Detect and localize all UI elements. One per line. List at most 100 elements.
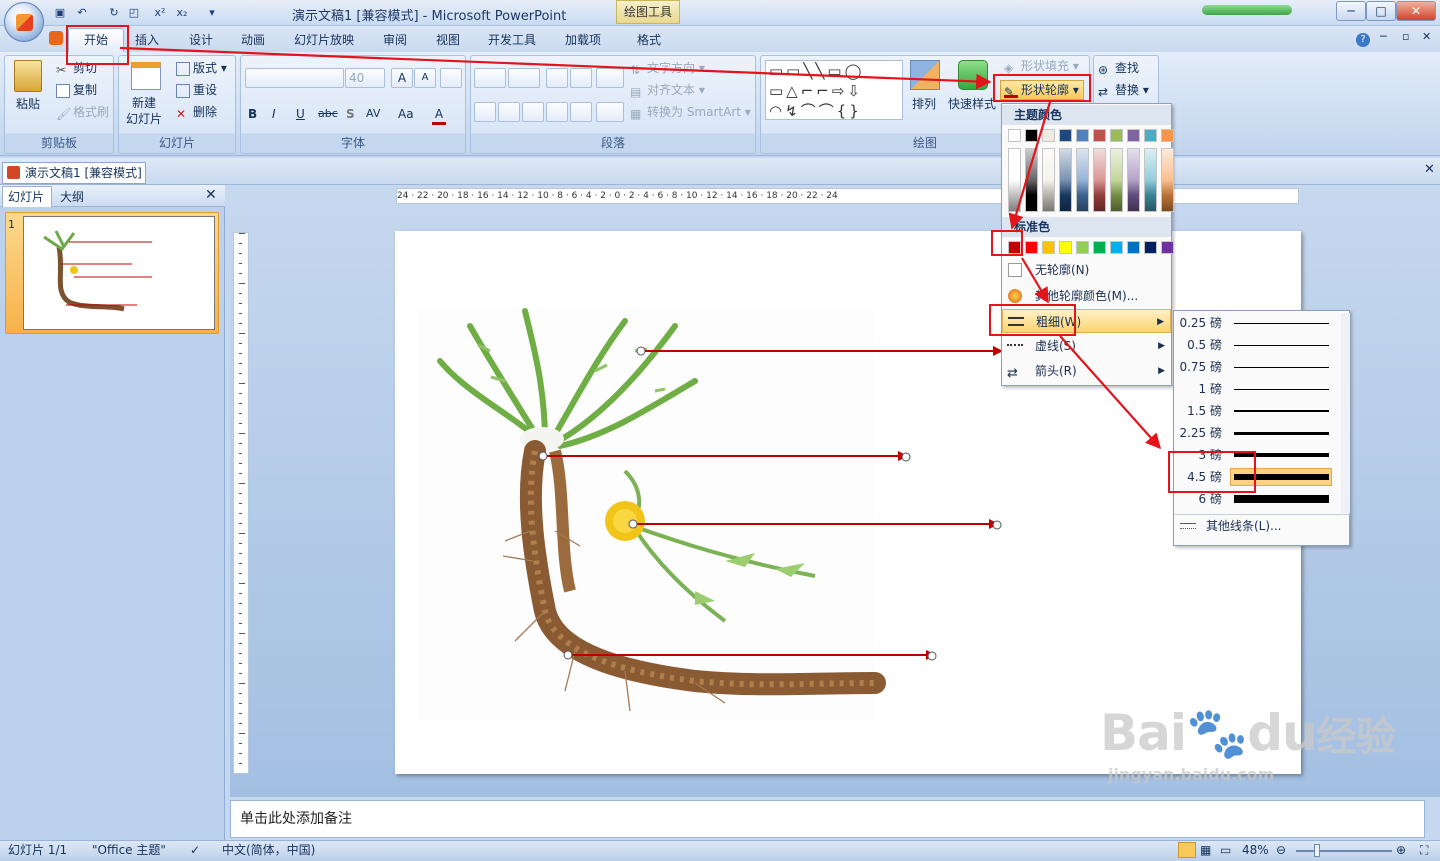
dandelion-image[interactable] xyxy=(417,308,886,720)
align-center-icon[interactable] xyxy=(498,102,520,122)
layout-button[interactable]: 版式 ▾ xyxy=(176,60,227,76)
tab-animation[interactable]: 动画 xyxy=(241,30,265,50)
theme-color-shade-column[interactable] xyxy=(1161,148,1174,212)
align-left-icon[interactable] xyxy=(474,102,496,122)
copy-button[interactable]: 复制 xyxy=(56,82,97,98)
theme-color-swatch[interactable] xyxy=(1110,129,1123,142)
theme-color-swatch[interactable] xyxy=(1059,129,1072,142)
strikethrough-button[interactable]: abc xyxy=(318,106,338,122)
zoom-level[interactable]: 48% xyxy=(1242,841,1269,860)
standard-color-swatch[interactable] xyxy=(1110,241,1123,254)
theme-color-swatch[interactable] xyxy=(1008,129,1021,142)
numbering-icon[interactable] xyxy=(508,68,540,88)
close-button[interactable]: ✕ xyxy=(1396,1,1436,21)
doc-restore-icon[interactable]: ▫ xyxy=(1402,30,1409,43)
shrink-font-icon[interactable]: A xyxy=(414,68,436,88)
standard-color-swatch[interactable] xyxy=(1144,241,1157,254)
standard-color-swatch[interactable] xyxy=(1161,241,1174,254)
paste-button[interactable]: 粘贴 xyxy=(16,96,40,112)
quick-styles-button[interactable]: 快速样式 xyxy=(948,96,996,112)
notes-input[interactable]: 单击此处添加备注 xyxy=(230,800,1425,838)
font-name-select[interactable] xyxy=(245,68,344,88)
tab-slides[interactable]: 幻灯片 xyxy=(2,186,52,207)
subscript-button[interactable]: x₂ xyxy=(172,5,192,21)
theme-color-swatch[interactable] xyxy=(1161,129,1174,142)
theme-color-swatch[interactable] xyxy=(1144,129,1157,142)
standard-color-swatch[interactable] xyxy=(1025,241,1038,254)
weight-option[interactable]: 0.25 磅 xyxy=(1174,312,1340,334)
theme-color-swatch[interactable] xyxy=(1127,129,1140,142)
reset-button[interactable]: 重设 xyxy=(176,82,217,98)
zoom-out-icon[interactable]: ⊖ xyxy=(1276,841,1286,860)
standard-color-swatch[interactable] xyxy=(1076,241,1089,254)
standard-color-swatch[interactable] xyxy=(1042,241,1055,254)
convert-smartart-button[interactable]: ▦ 转换为 SmartArt ▾ xyxy=(630,104,751,121)
normal-view-icon[interactable] xyxy=(1178,842,1196,858)
tab-outline[interactable]: 大纲 xyxy=(60,188,84,205)
weight-option[interactable]: 1.5 磅 xyxy=(1174,400,1340,422)
zoom-slider-thumb[interactable] xyxy=(1314,844,1320,857)
align-text-button[interactable]: ▤ 对齐文本 ▾ xyxy=(630,82,705,99)
submenu-scrollbar[interactable] xyxy=(1341,313,1350,513)
theme-color-swatch[interactable] xyxy=(1076,129,1089,142)
decrease-indent-icon[interactable] xyxy=(546,68,568,88)
theme-color-shade-column[interactable] xyxy=(1059,148,1072,212)
standard-color-swatch[interactable] xyxy=(1127,241,1140,254)
redo-icon[interactable]: ↻ xyxy=(106,5,122,21)
weight-option[interactable]: 2.25 磅 xyxy=(1174,422,1340,444)
grow-font-icon[interactable]: A xyxy=(391,68,413,88)
theme-color-shade-column[interactable] xyxy=(1110,148,1123,212)
tab-format[interactable]: 格式 xyxy=(637,30,661,50)
fit-window-icon[interactable]: ⛶ xyxy=(1420,841,1428,860)
theme-color-shade-column[interactable] xyxy=(1076,148,1089,212)
find-button[interactable]: ⊛ 查找 xyxy=(1098,60,1139,77)
theme-color-swatch[interactable] xyxy=(1042,129,1055,142)
shadow-button[interactable]: S xyxy=(346,106,355,122)
delete-slide-button[interactable]: ✕ 删除 xyxy=(176,104,217,121)
weight-option[interactable]: 0.5 磅 xyxy=(1174,334,1340,356)
no-outline-item[interactable]: 无轮廓(N) xyxy=(1002,258,1171,282)
theme-color-shade-column[interactable] xyxy=(1144,148,1157,212)
slide-thumbnail[interactable] xyxy=(23,216,215,330)
weight-option[interactable]: 0.75 磅 xyxy=(1174,356,1340,378)
tab-slideshow[interactable]: 幻灯片放映 xyxy=(294,30,354,50)
theme-color-shade-column[interactable] xyxy=(1093,148,1106,212)
theme-color-shade-column[interactable] xyxy=(1127,148,1140,212)
zoom-in-icon[interactable]: ⊕ xyxy=(1396,841,1406,860)
underline-button[interactable]: U xyxy=(296,106,305,122)
superscript-button[interactable]: x² xyxy=(150,5,170,21)
columns-icon[interactable] xyxy=(596,102,624,122)
bold-button[interactable]: B xyxy=(248,106,257,122)
italic-button[interactable]: I xyxy=(272,106,276,122)
maximize-button[interactable]: □ xyxy=(1366,1,1396,21)
shape-fill-button[interactable]: ◈ 形状填充 ▾ xyxy=(1004,58,1079,75)
theme-color-shade-column[interactable] xyxy=(1008,148,1021,212)
line-spacing-icon[interactable] xyxy=(596,68,624,88)
spellcheck-icon[interactable]: ✓ xyxy=(190,841,200,860)
doc-close-icon[interactable]: ✕ xyxy=(1422,30,1431,43)
font-color-button[interactable]: A xyxy=(432,106,446,125)
customize-toolbar-icon[interactable]: ▾ xyxy=(204,5,220,21)
document-tab[interactable]: 演示文稿1 [兼容模式] xyxy=(2,162,146,184)
office-button[interactable] xyxy=(4,2,44,42)
theme-color-swatch[interactable] xyxy=(1025,129,1038,142)
text-direction-button[interactable]: ⇅ 文字方向 ▾ xyxy=(630,60,705,77)
increase-indent-icon[interactable] xyxy=(570,68,592,88)
tab-addins[interactable]: 加载项 xyxy=(565,30,601,50)
slideshow-icon[interactable]: ▭ xyxy=(1220,841,1231,860)
more-lines-item[interactable]: 其他线条(L)... xyxy=(1174,514,1349,538)
minimize-button[interactable]: ─ xyxy=(1336,1,1366,21)
tab-review[interactable]: 审阅 xyxy=(383,30,407,50)
print-preview-icon[interactable]: ◰ xyxy=(126,5,142,21)
weight-option[interactable]: 1 磅 xyxy=(1174,378,1340,400)
theme-color-shade-column[interactable] xyxy=(1042,148,1055,212)
replace-button[interactable]: ⇄ 替换 ▾ xyxy=(1098,82,1149,99)
font-size-select[interactable]: 40 xyxy=(345,68,385,88)
zoom-slider[interactable] xyxy=(1296,850,1392,852)
doc-tab-close-icon[interactable]: ✕ xyxy=(1424,162,1435,177)
align-right-icon[interactable] xyxy=(522,102,544,122)
bullets-icon[interactable] xyxy=(474,68,506,88)
new-slide-button[interactable]: 新建 幻灯片 xyxy=(126,95,162,127)
clear-format-icon[interactable] xyxy=(440,68,462,88)
arrows-item[interactable]: ⇄ 箭头(R) ▶ xyxy=(1002,359,1171,383)
